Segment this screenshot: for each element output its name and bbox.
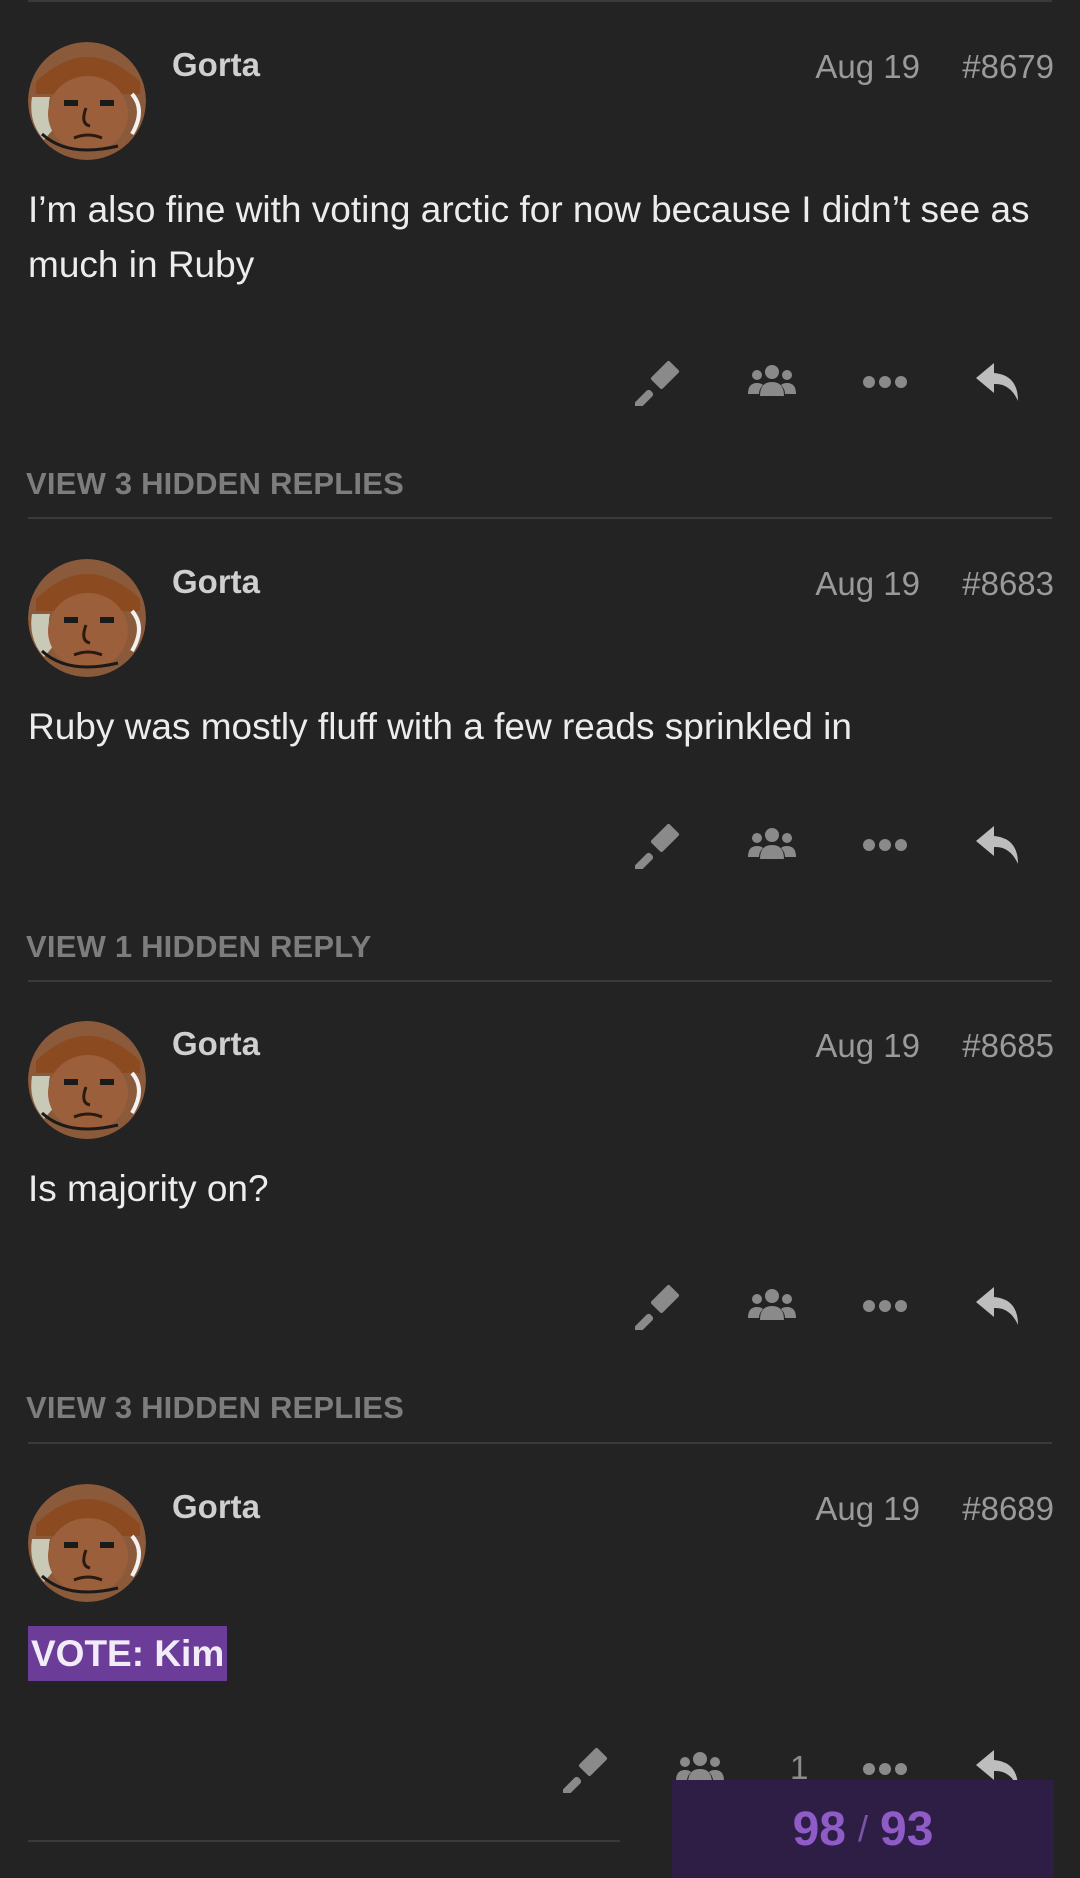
post-author[interactable]: Gorta bbox=[172, 46, 260, 84]
gavel-icon[interactable] bbox=[629, 352, 689, 412]
post-number[interactable]: #8679 bbox=[962, 48, 1054, 86]
post-divider bbox=[28, 1442, 1052, 1444]
topic-progress[interactable]: 98 / 93 bbox=[672, 1780, 1054, 1878]
post-divider bbox=[28, 980, 1052, 982]
post-date[interactable]: Aug 19 bbox=[815, 565, 920, 603]
post-number[interactable]: #8689 bbox=[962, 1490, 1054, 1528]
post-author[interactable]: Gorta bbox=[172, 1488, 260, 1526]
view-hidden-replies-link[interactable]: VIEW 3 HIDDEN REPLIES bbox=[26, 466, 404, 502]
avatar[interactable] bbox=[28, 1021, 146, 1139]
post-number[interactable]: #8685 bbox=[962, 1027, 1054, 1065]
ellipsis-icon[interactable] bbox=[855, 815, 915, 875]
post-body: Ruby was mostly fluff with a few reads s… bbox=[28, 706, 852, 747]
avatar[interactable] bbox=[28, 1484, 146, 1602]
post-number[interactable]: #8683 bbox=[962, 565, 1054, 603]
post-body: I’m also fine with voting arctic for now… bbox=[28, 189, 1030, 285]
top-divider bbox=[28, 0, 1052, 2]
reply-icon[interactable] bbox=[968, 352, 1028, 412]
post-author[interactable]: Gorta bbox=[172, 1025, 260, 1063]
post-date[interactable]: Aug 19 bbox=[815, 1027, 920, 1065]
reply-icon[interactable] bbox=[968, 815, 1028, 875]
avatar[interactable] bbox=[28, 559, 146, 677]
reply-icon[interactable] bbox=[968, 1276, 1028, 1336]
gavel-icon[interactable] bbox=[629, 1276, 689, 1336]
post-divider bbox=[28, 517, 1052, 519]
vote-highlight: VOTE: Kim bbox=[28, 1626, 228, 1681]
post-actions bbox=[0, 1276, 1080, 1336]
post-body: Is majority on? bbox=[28, 1168, 269, 1209]
users-icon[interactable] bbox=[742, 352, 802, 412]
view-hidden-replies-link[interactable]: VIEW 1 HIDDEN REPLY bbox=[26, 929, 371, 965]
users-icon[interactable] bbox=[742, 1276, 802, 1336]
progress-current: 98 bbox=[792, 1802, 846, 1856]
progress-separator: / bbox=[857, 1808, 868, 1849]
post-body: VOTE: Kim bbox=[28, 1626, 1052, 1681]
post-actions bbox=[0, 352, 1080, 412]
post-date[interactable]: Aug 19 bbox=[815, 48, 920, 86]
ellipsis-icon[interactable] bbox=[855, 352, 915, 412]
progress-total: 93 bbox=[880, 1802, 934, 1856]
gavel-icon[interactable] bbox=[557, 1739, 617, 1799]
post-date[interactable]: Aug 19 bbox=[815, 1490, 920, 1528]
view-hidden-replies-link[interactable]: VIEW 3 HIDDEN REPLIES bbox=[26, 1390, 404, 1426]
post-divider bbox=[28, 1840, 620, 1842]
gavel-icon[interactable] bbox=[629, 815, 689, 875]
ellipsis-icon[interactable] bbox=[855, 1276, 915, 1336]
post-actions bbox=[0, 815, 1080, 875]
users-icon[interactable] bbox=[742, 815, 802, 875]
avatar[interactable] bbox=[28, 42, 146, 160]
post-author[interactable]: Gorta bbox=[172, 563, 260, 601]
